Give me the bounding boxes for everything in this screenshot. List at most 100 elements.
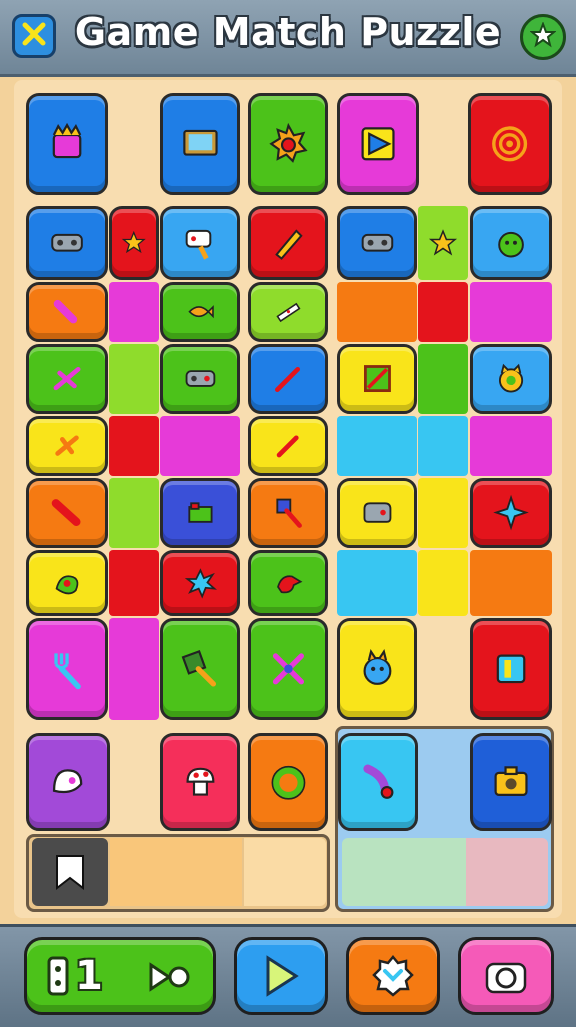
cell-lime-2[interactable] — [109, 478, 159, 548]
game-controller-icon — [361, 234, 393, 252]
tile-paintbrush-frame[interactable] — [337, 344, 417, 414]
cell-green[interactable] — [418, 344, 468, 414]
tile-red-swirl[interactable] — [468, 93, 552, 195]
cell-cyan-2[interactable] — [418, 416, 468, 476]
skip-icon — [147, 960, 193, 994]
play-triangle-icon — [361, 127, 395, 161]
tile-star-2[interactable] — [418, 206, 468, 280]
counter-slot-1[interactable] — [32, 838, 108, 906]
ghost-icon — [53, 769, 83, 794]
tile-yellow-camera[interactable] — [470, 733, 552, 831]
camera-icon — [485, 962, 527, 994]
battery-icon — [47, 956, 69, 996]
cell-orange[interactable] — [337, 282, 417, 342]
tile-game-controller-3[interactable] — [160, 344, 240, 414]
popsicle-icon — [53, 300, 78, 324]
marker-icon — [274, 367, 300, 393]
cell-cyan[interactable] — [337, 416, 417, 476]
tile-green-monster[interactable] — [470, 206, 552, 280]
page-title: Game Match Puzzle — [74, 10, 502, 54]
tile-mushroom[interactable] — [160, 733, 240, 831]
handheld-controller-icon — [185, 230, 211, 260]
pencil-icon — [274, 229, 303, 261]
gamepad-icon — [363, 502, 391, 524]
tile-purple-drop[interactable] — [338, 733, 418, 831]
crossed-tools-icon — [272, 653, 304, 685]
camera-button[interactable] — [458, 937, 554, 1015]
tile-crayon[interactable] — [248, 416, 328, 476]
cell-magenta-3[interactable] — [160, 416, 240, 476]
tile-blue-dragon[interactable] — [337, 618, 417, 720]
tile-paddle[interactable] — [248, 478, 328, 548]
tile-fork[interactable] — [26, 618, 108, 720]
tile-splat[interactable] — [160, 550, 240, 616]
tile-green-blob[interactable] — [26, 550, 108, 616]
panel-swatch-green[interactable] — [342, 838, 466, 906]
tile-play-triangle[interactable] — [337, 93, 419, 195]
mushroom-icon — [186, 768, 214, 796]
cell-lime[interactable] — [109, 344, 159, 414]
tile-ghost[interactable] — [26, 733, 110, 831]
tile-dice-controller[interactable] — [248, 282, 328, 342]
tile-smartphone[interactable] — [470, 618, 552, 720]
play-button[interactable] — [234, 937, 328, 1015]
tile-star[interactable] — [109, 206, 159, 280]
moves-button[interactable]: 1 — [24, 937, 216, 1015]
tile-red-bird[interactable] — [248, 550, 328, 616]
panel-swatch-pink[interactable] — [466, 838, 548, 906]
cell-magenta-2[interactable] — [470, 282, 552, 342]
tile-crossed-tools[interactable] — [248, 618, 328, 720]
tile-marker[interactable] — [248, 344, 328, 414]
badge-icon — [372, 955, 414, 997]
crown-device-icon — [52, 123, 82, 159]
cell-orange-2[interactable] — [418, 478, 468, 548]
purple-drop-icon — [362, 764, 394, 800]
red-swirl-icon — [492, 126, 528, 162]
cell-magenta-5[interactable] — [109, 618, 159, 720]
close-icon — [21, 21, 47, 51]
cell-red[interactable] — [418, 282, 468, 342]
tile-blue-jet[interactable] — [470, 478, 552, 548]
tile-gamepad[interactable] — [337, 478, 417, 548]
airplane-icon — [55, 435, 79, 457]
tile-fish[interactable] — [160, 282, 240, 342]
tile-donut-ring[interactable] — [248, 733, 328, 831]
tile-popsicle[interactable] — [26, 282, 108, 342]
tile-rocket[interactable] — [26, 478, 108, 548]
cell-red-2[interactable] — [109, 416, 159, 476]
rocket-icon — [51, 499, 81, 527]
star-badge-button[interactable] — [520, 14, 566, 60]
blue-dragon-icon — [363, 649, 391, 686]
tile-airplane[interactable] — [26, 416, 108, 476]
cell-cyan-3[interactable] — [337, 550, 417, 616]
tile-game-controller-2[interactable] — [337, 206, 417, 280]
tile-pencil[interactable] — [248, 206, 328, 280]
green-monster-icon — [498, 232, 524, 258]
tile-fly-swatter[interactable] — [160, 618, 240, 720]
star-icon — [428, 229, 458, 256]
donut-ring-icon — [271, 766, 305, 800]
counter-slot-2[interactable] — [110, 838, 242, 906]
tile-film-gadget[interactable] — [160, 478, 240, 548]
star-badge-icon — [529, 21, 557, 52]
cell-orange-3[interactable] — [470, 550, 552, 616]
cell-red-3[interactable] — [109, 550, 159, 616]
tile-propeller[interactable] — [26, 344, 108, 414]
red-bird-icon — [276, 574, 302, 593]
film-gadget-icon — [187, 502, 213, 524]
cell-magenta[interactable] — [109, 282, 159, 342]
close-button[interactable] — [12, 14, 56, 58]
tile-flame-orb[interactable] — [248, 93, 328, 195]
tile-game-controller[interactable] — [26, 206, 108, 280]
tile-handheld-controller[interactable] — [160, 206, 240, 280]
counter-slot-3[interactable] — [244, 838, 326, 906]
paintbrush-frame-icon — [363, 365, 391, 393]
paddle-icon — [275, 499, 302, 529]
cell-magenta-4[interactable] — [470, 416, 552, 476]
tile-tablet[interactable] — [160, 93, 240, 195]
cell-yellow[interactable] — [418, 550, 468, 616]
tile-cat-emblem[interactable] — [470, 344, 552, 414]
smartphone-icon — [496, 654, 526, 684]
tile-crown-device[interactable] — [26, 93, 108, 195]
hint-button[interactable] — [346, 937, 440, 1015]
